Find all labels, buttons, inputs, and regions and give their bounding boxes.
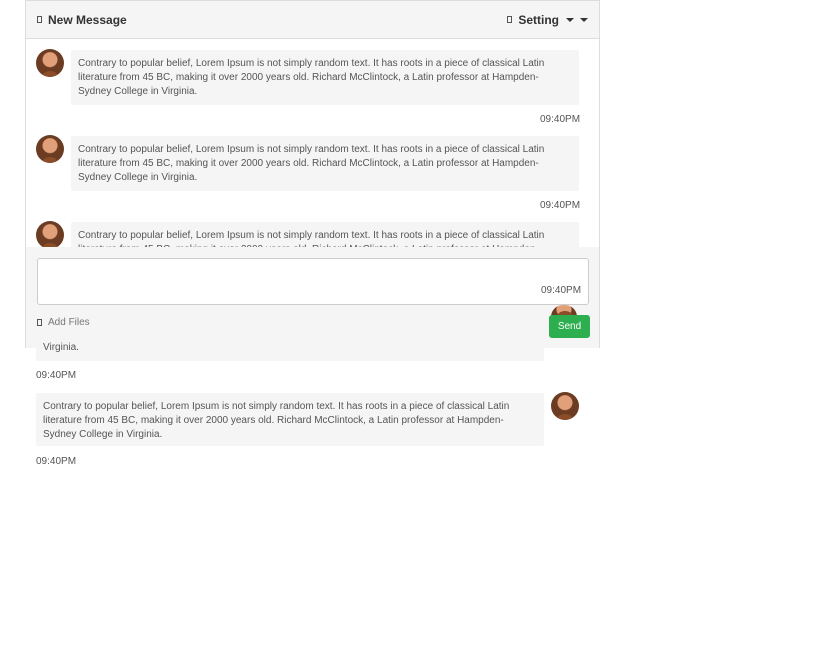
message-time: 09:40PM bbox=[36, 370, 77, 381]
overflow-messages: Virginia. 09:40PM Contrary to popular be… bbox=[0, 0, 830, 658]
message-bubble: Virginia. bbox=[36, 341, 544, 361]
avatar bbox=[551, 392, 579, 420]
message-time: 09:40PM bbox=[36, 456, 77, 467]
message-bubble: Contrary to popular belief, Lorem Ipsum … bbox=[36, 393, 544, 446]
